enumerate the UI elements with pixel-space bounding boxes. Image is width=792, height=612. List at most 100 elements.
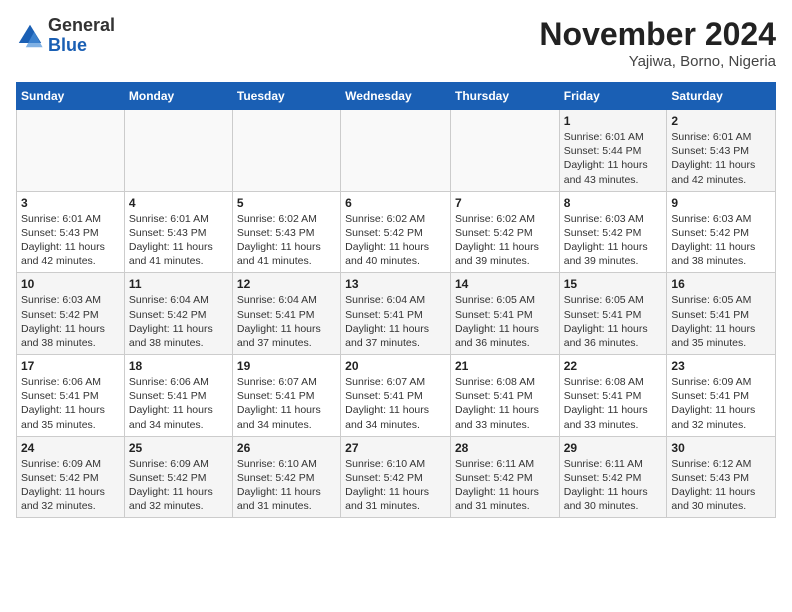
- calendar-cell: [341, 110, 451, 192]
- day-info: Sunrise: 6:01 AMSunset: 5:44 PMDaylight:…: [564, 130, 663, 187]
- calendar-cell: 7Sunrise: 6:02 AMSunset: 5:42 PMDaylight…: [450, 191, 559, 273]
- location-text: Yajiwa, Borno, Nigeria: [539, 53, 776, 70]
- logo-blue-text: Blue: [48, 36, 115, 56]
- calendar-week-5: 24 Sunrise: 6:09 AMSunset: 5:42 PMDayligh…: [17, 436, 776, 518]
- calendar-week-4: 17 Sunrise: 6:06 AMSunset: 5:41 PMDayligh…: [17, 355, 776, 437]
- day-info: Sunrise: 6:06 AMSunset: 5:41 PMDaylight:…: [21, 375, 120, 432]
- day-number: 5: [237, 196, 336, 210]
- day-info: Sunrise: 6:09 AMSunset: 5:41 PMDaylight:…: [671, 375, 771, 432]
- day-number: 30: [671, 441, 771, 455]
- day-number: 8: [564, 196, 663, 210]
- calendar-cell: 1 Sunrise: 6:01 AMSunset: 5:44 PMDaylight…: [559, 110, 667, 192]
- day-info: Sunrise: 6:04 AMSunset: 5:42 PMDaylight:…: [129, 293, 228, 350]
- day-info: Sunrise: 6:08 AMSunset: 5:41 PMDaylight:…: [455, 375, 555, 432]
- day-info: Sunrise: 6:09 AMSunset: 5:42 PMDaylight:…: [21, 457, 120, 514]
- day-info: Sunrise: 6:01 AMSunset: 5:43 PMDaylight:…: [129, 212, 228, 269]
- day-info: Sunrise: 6:03 AMSunset: 5:42 PMDaylight:…: [21, 293, 120, 350]
- day-number: 18: [129, 359, 228, 373]
- calendar-cell: 10 Sunrise: 6:03 AMSunset: 5:42 PMDayligh…: [17, 273, 125, 355]
- day-info: Sunrise: 6:02 AMSunset: 5:42 PMDaylight:…: [455, 212, 555, 269]
- calendar-cell: 28Sunrise: 6:11 AMSunset: 5:42 PMDayligh…: [450, 436, 559, 518]
- day-number: 19: [237, 359, 336, 373]
- calendar-cell: 21 Sunrise: 6:08 AMSunset: 5:41 PMDayligh…: [450, 355, 559, 437]
- header-cell-tuesday: Tuesday: [232, 83, 340, 110]
- day-number: 21: [455, 359, 555, 373]
- day-info: Sunrise: 6:01 AMSunset: 5:43 PMDaylight:…: [671, 130, 771, 187]
- day-number: 26: [237, 441, 336, 455]
- calendar-cell: [17, 110, 125, 192]
- day-info: Sunrise: 6:08 AMSunset: 5:41 PMDaylight:…: [564, 375, 663, 432]
- day-number: 1: [564, 114, 663, 128]
- day-number: 2: [671, 114, 771, 128]
- calendar-cell: 16 Sunrise: 6:05 AMSunset: 5:41 PMDayligh…: [667, 273, 776, 355]
- day-info: Sunrise: 6:07 AMSunset: 5:41 PMDaylight:…: [345, 375, 446, 432]
- calendar-week-3: 10 Sunrise: 6:03 AMSunset: 5:42 PMDayligh…: [17, 273, 776, 355]
- day-number: 29: [564, 441, 663, 455]
- day-info: Sunrise: 6:02 AMSunset: 5:42 PMDaylight:…: [345, 212, 446, 269]
- day-info: Sunrise: 6:04 AMSunset: 5:41 PMDaylight:…: [345, 293, 446, 350]
- day-info: Sunrise: 6:05 AMSunset: 5:41 PMDaylight:…: [671, 293, 771, 350]
- day-info: Sunrise: 6:09 AMSunset: 5:42 PMDaylight:…: [129, 457, 228, 514]
- calendar-cell: 22 Sunrise: 6:08 AMSunset: 5:41 PMDayligh…: [559, 355, 667, 437]
- day-number: 23: [671, 359, 771, 373]
- calendar-cell: 15 Sunrise: 6:05 AMSunset: 5:41 PMDayligh…: [559, 273, 667, 355]
- calendar-header: SundayMondayTuesdayWednesdayThursdayFrid…: [17, 83, 776, 110]
- logo: General Blue: [16, 16, 115, 56]
- calendar-cell: 26Sunrise: 6:10 AMSunset: 5:42 PMDayligh…: [232, 436, 340, 518]
- day-number: 16: [671, 277, 771, 291]
- calendar-cell: 27 Sunrise: 6:10 AMSunset: 5:42 PMDayligh…: [341, 436, 451, 518]
- day-info: Sunrise: 6:01 AMSunset: 5:43 PMDaylight:…: [21, 212, 120, 269]
- calendar-cell: 8Sunrise: 6:03 AMSunset: 5:42 PMDaylight…: [559, 191, 667, 273]
- day-number: 4: [129, 196, 228, 210]
- day-info: Sunrise: 6:10 AMSunset: 5:42 PMDaylight:…: [345, 457, 446, 514]
- day-number: 11: [129, 277, 228, 291]
- day-info: Sunrise: 6:02 AMSunset: 5:43 PMDaylight:…: [237, 212, 336, 269]
- day-number: 6: [345, 196, 446, 210]
- calendar-table: SundayMondayTuesdayWednesdayThursdayFrid…: [16, 82, 776, 518]
- day-number: 20: [345, 359, 446, 373]
- day-number: 10: [21, 277, 120, 291]
- calendar-cell: 14 Sunrise: 6:05 AMSunset: 5:41 PMDayligh…: [450, 273, 559, 355]
- calendar-cell: 6 Sunrise: 6:02 AMSunset: 5:42 PMDaylight…: [341, 191, 451, 273]
- calendar-cell: 24 Sunrise: 6:09 AMSunset: 5:42 PMDayligh…: [17, 436, 125, 518]
- day-info: Sunrise: 6:03 AMSunset: 5:42 PMDaylight:…: [671, 212, 771, 269]
- calendar-cell: 9 Sunrise: 6:03 AMSunset: 5:42 PMDaylight…: [667, 191, 776, 273]
- calendar-cell: 5 Sunrise: 6:02 AMSunset: 5:43 PMDaylight…: [232, 191, 340, 273]
- day-number: 14: [455, 277, 555, 291]
- calendar-cell: [232, 110, 340, 192]
- day-info: Sunrise: 6:04 AMSunset: 5:41 PMDaylight:…: [237, 293, 336, 350]
- title-block: November 2024 Yajiwa, Borno, Nigeria: [539, 16, 776, 70]
- day-number: 12: [237, 277, 336, 291]
- calendar-cell: 4 Sunrise: 6:01 AMSunset: 5:43 PMDaylight…: [124, 191, 232, 273]
- day-info: Sunrise: 6:11 AMSunset: 5:42 PMDaylight:…: [564, 457, 663, 514]
- day-number: 24: [21, 441, 120, 455]
- calendar-body: 1 Sunrise: 6:01 AMSunset: 5:44 PMDaylight…: [17, 110, 776, 518]
- header-cell-sunday: Sunday: [17, 83, 125, 110]
- calendar-cell: 20 Sunrise: 6:07 AMSunset: 5:41 PMDayligh…: [341, 355, 451, 437]
- calendar-cell: 19Sunrise: 6:07 AMSunset: 5:41 PMDayligh…: [232, 355, 340, 437]
- month-title: November 2024: [539, 16, 776, 53]
- header-cell-saturday: Saturday: [667, 83, 776, 110]
- calendar-cell: 11 Sunrise: 6:04 AMSunset: 5:42 PMDayligh…: [124, 273, 232, 355]
- header-row: SundayMondayTuesdayWednesdayThursdayFrid…: [17, 83, 776, 110]
- calendar-cell: 25Sunrise: 6:09 AMSunset: 5:42 PMDayligh…: [124, 436, 232, 518]
- header-cell-thursday: Thursday: [450, 83, 559, 110]
- day-info: Sunrise: 6:12 AMSunset: 5:43 PMDaylight:…: [671, 457, 771, 514]
- day-info: Sunrise: 6:11 AMSunset: 5:42 PMDaylight:…: [455, 457, 555, 514]
- calendar-cell: 17 Sunrise: 6:06 AMSunset: 5:41 PMDayligh…: [17, 355, 125, 437]
- day-info: Sunrise: 6:05 AMSunset: 5:41 PMDaylight:…: [564, 293, 663, 350]
- day-number: 27: [345, 441, 446, 455]
- calendar-cell: 23 Sunrise: 6:09 AMSunset: 5:41 PMDayligh…: [667, 355, 776, 437]
- day-info: Sunrise: 6:05 AMSunset: 5:41 PMDaylight:…: [455, 293, 555, 350]
- day-info: Sunrise: 6:06 AMSunset: 5:41 PMDaylight:…: [129, 375, 228, 432]
- day-number: 15: [564, 277, 663, 291]
- calendar-cell: 13Sunrise: 6:04 AMSunset: 5:41 PMDayligh…: [341, 273, 451, 355]
- day-number: 17: [21, 359, 120, 373]
- day-number: 3: [21, 196, 120, 210]
- calendar-cell: [450, 110, 559, 192]
- header-cell-monday: Monday: [124, 83, 232, 110]
- calendar-cell: 30 Sunrise: 6:12 AMSunset: 5:43 PMDayligh…: [667, 436, 776, 518]
- day-number: 9: [671, 196, 771, 210]
- day-number: 22: [564, 359, 663, 373]
- calendar-cell: 18 Sunrise: 6:06 AMSunset: 5:41 PMDayligh…: [124, 355, 232, 437]
